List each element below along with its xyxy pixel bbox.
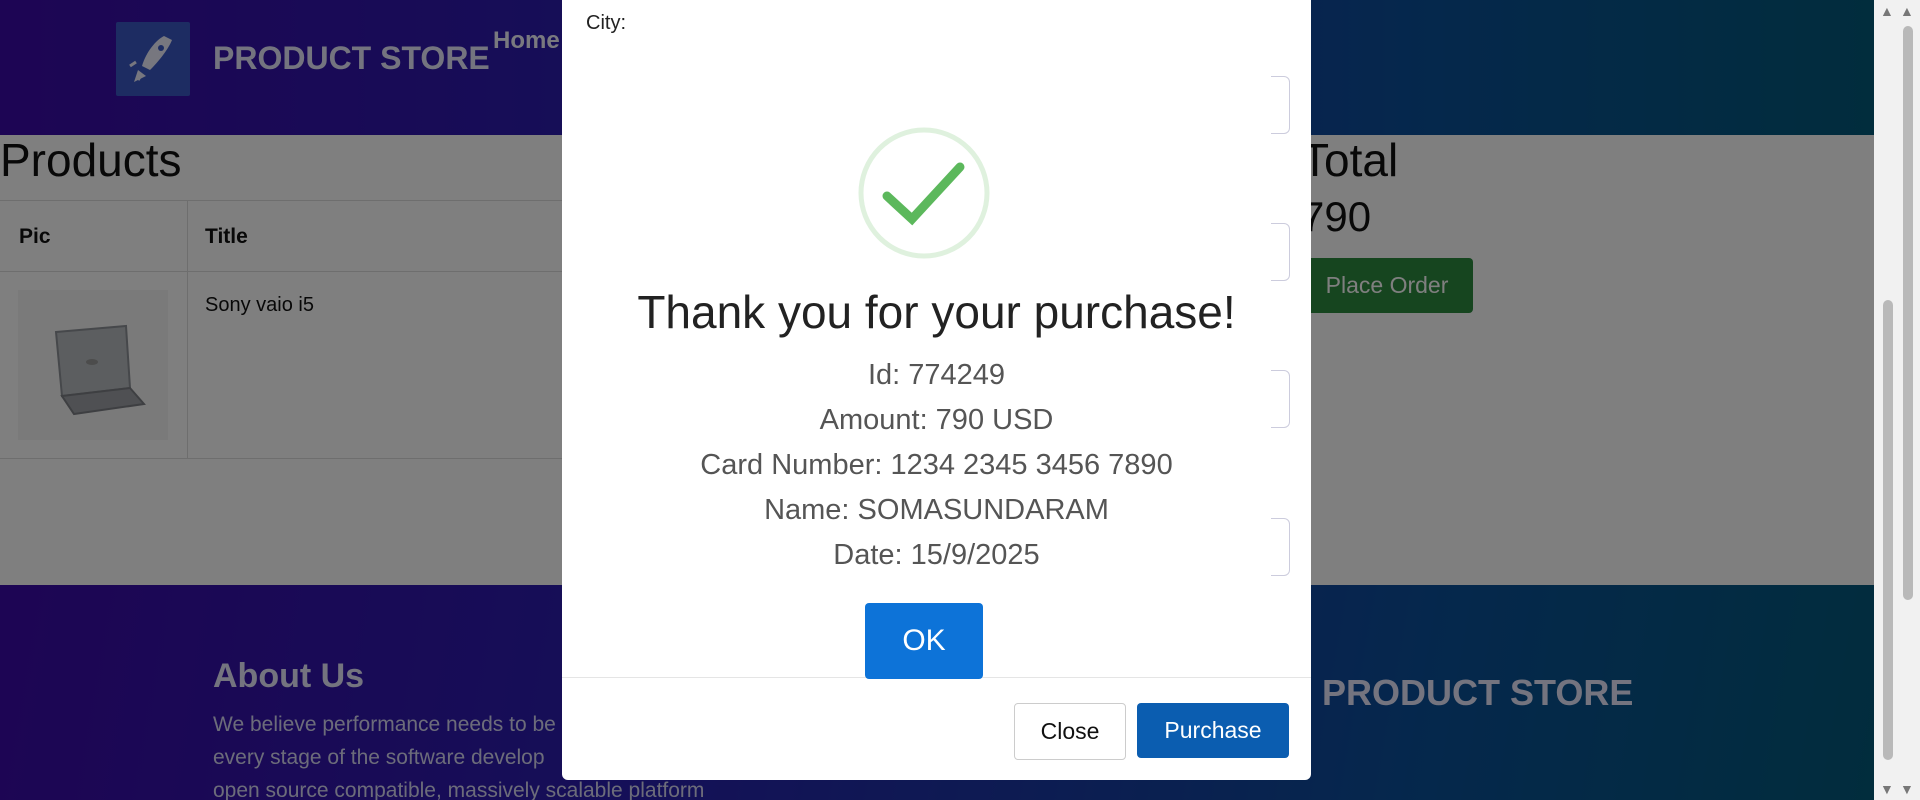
scrollbar-thumb[interactable] — [1883, 300, 1893, 760]
city-input[interactable] — [1271, 76, 1290, 134]
scrollbar-thumb[interactable] — [1903, 26, 1913, 600]
scroll-up-arrow-icon[interactable]: ▲ — [1880, 4, 1894, 18]
ok-button[interactable]: OK — [865, 603, 983, 679]
scroll-down-arrow-icon[interactable]: ▼ — [1880, 782, 1894, 796]
scroll-down-arrow-icon[interactable]: ▼ — [1900, 782, 1914, 796]
purchase-button[interactable]: Purchase — [1137, 703, 1289, 758]
scroll-up-arrow-icon[interactable]: ▲ — [1900, 4, 1914, 18]
month-input[interactable] — [1271, 370, 1290, 428]
year-input[interactable] — [1271, 518, 1290, 576]
page: PRODUCT STORE Home Products Pic Title So… — [0, 0, 1874, 800]
close-button[interactable]: Close — [1014, 703, 1126, 760]
scrollbar[interactable]: ▲ ▲ ▼ ▼ — [1874, 0, 1920, 800]
city-label: City: — [586, 12, 626, 34]
credit-card-input[interactable] — [1271, 223, 1290, 281]
